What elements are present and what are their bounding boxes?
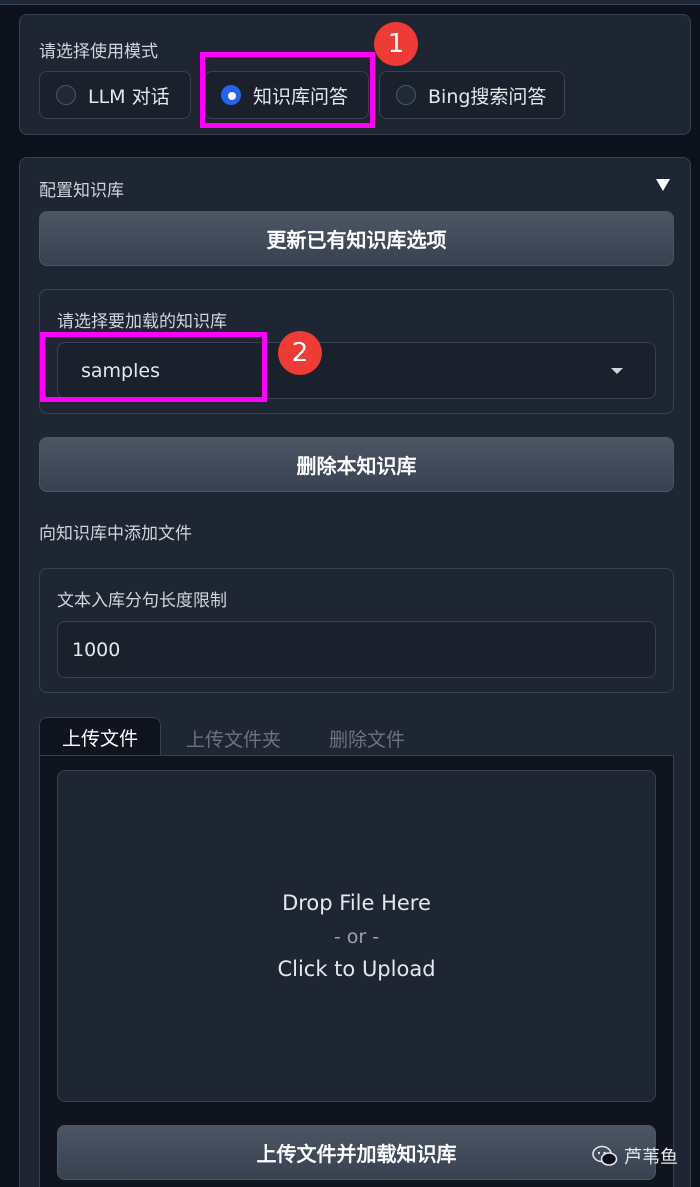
radio-circle xyxy=(396,85,416,105)
or-text: - or - xyxy=(333,926,380,948)
watermark: 芦苇鱼 xyxy=(592,1143,678,1169)
radio-llm-chat-label: LLM 对话 xyxy=(88,85,170,108)
top-divider xyxy=(0,4,700,5)
wechat-icon xyxy=(592,1145,618,1166)
radio-circle xyxy=(56,85,76,105)
mode-label: 请选择使用模式 xyxy=(39,42,158,62)
tab-upload-file[interactable]: 上传文件 xyxy=(39,717,161,756)
annotation-marker-2: 2 xyxy=(278,331,322,375)
tab-upload-folder[interactable]: 上传文件夹 xyxy=(186,725,281,752)
radio-bing-qa-label: Bing搜索问答 xyxy=(428,85,547,108)
radio-bing-qa[interactable]: Bing搜索问答 xyxy=(379,71,565,119)
chevron-down-icon xyxy=(611,368,623,374)
watermark-text: 芦苇鱼 xyxy=(624,1147,678,1168)
file-drop-zone[interactable]: Drop File Here - or - Click to Upload xyxy=(57,770,656,1102)
radio-llm-chat[interactable]: LLM 对话 xyxy=(39,71,191,119)
delete-kb-button[interactable]: 删除本知识库 xyxy=(39,437,674,492)
annotation-marker-1: 1 xyxy=(374,22,418,66)
triangle-down-icon[interactable] xyxy=(656,179,670,191)
kb-select-label: 请选择要加载的知识库 xyxy=(57,312,227,332)
drop-file-text: Drop File Here xyxy=(282,891,431,915)
sentence-limit-label: 文本入库分句长度限制 xyxy=(57,591,227,611)
kb-config-panel: 配置知识库 更新已有知识库选项 请选择要加载的知识库 samples 删除本知识… xyxy=(19,157,691,1187)
sentence-limit-input[interactable]: 1000 xyxy=(57,621,656,678)
annotation-highlight-1 xyxy=(200,52,375,128)
kb-section-title: 配置知识库 xyxy=(39,181,124,201)
refresh-kb-button[interactable]: 更新已有知识库选项 xyxy=(39,211,674,266)
tab-content: Drop File Here - or - Click to Upload 上传… xyxy=(39,755,674,1187)
sentence-limit-block: 文本入库分句长度限制 1000 xyxy=(39,568,674,693)
annotation-highlight-2 xyxy=(40,332,267,402)
add-files-label: 向知识库中添加文件 xyxy=(39,524,192,544)
upload-and-load-button[interactable]: 上传文件并加载知识库 xyxy=(57,1125,656,1180)
tab-delete-file[interactable]: 删除文件 xyxy=(329,725,405,752)
click-to-upload-text: Click to Upload xyxy=(277,957,436,981)
